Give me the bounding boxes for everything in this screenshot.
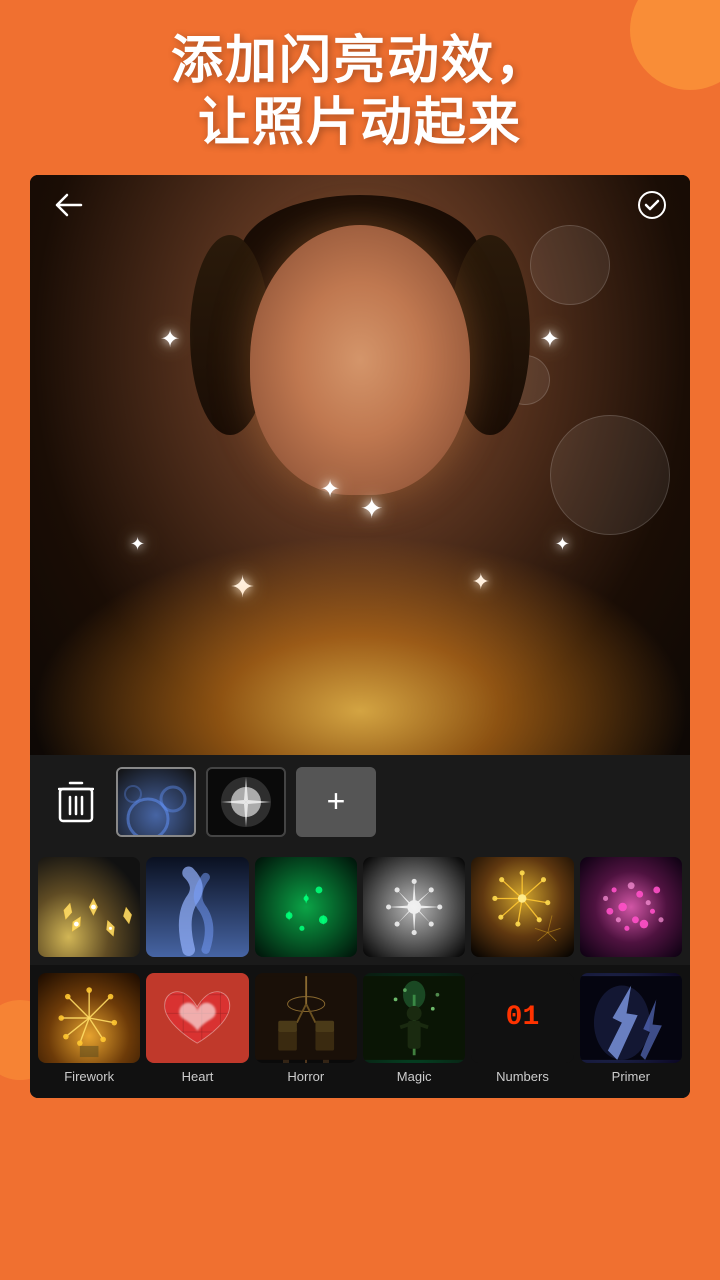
effect-sparks[interactable] — [38, 857, 140, 957]
category-magic-label: Magic — [397, 1069, 432, 1084]
category-numbers-thumb: 01 — [471, 973, 573, 1063]
effect-fireworks-gold[interactable] — [471, 857, 573, 957]
add-layer-button[interactable]: + — [296, 767, 376, 837]
category-firework-label: Firework — [64, 1069, 114, 1084]
lights-glow-area — [30, 535, 690, 755]
bokeh-circle-1 — [530, 225, 610, 305]
effect-white-burst[interactable] — [363, 857, 465, 957]
category-primer[interactable]: Primer — [580, 973, 682, 1084]
category-firework[interactable]: Firework — [38, 973, 140, 1084]
effects-grid-row — [30, 849, 690, 965]
face-oval — [250, 225, 470, 495]
layer-thumbnail-2[interactable] — [206, 767, 286, 837]
sparkle-2: ✦ — [540, 325, 560, 354]
sparkle-8: ✦ — [360, 492, 383, 525]
category-magic[interactable]: Magic — [363, 973, 465, 1084]
category-numbers-label: Numbers — [496, 1069, 549, 1084]
layer-thumbnail-1[interactable] — [116, 767, 196, 837]
numbers-display: 01 — [506, 1002, 540, 1033]
back-button[interactable] — [50, 187, 86, 223]
effect-pink-scatter[interactable] — [580, 857, 682, 957]
editor-toolbar: + — [30, 755, 690, 849]
bokeh-circle-2 — [550, 415, 670, 535]
category-firework-thumb — [38, 973, 140, 1063]
delete-layer-button[interactable] — [46, 767, 106, 837]
photo-canvas[interactable]: ✦ ✦ ✦ ✦ ✦ ✦ ✦ ✦ — [30, 175, 690, 755]
category-horror-label: Horror — [287, 1069, 324, 1084]
category-primer-thumb — [580, 973, 682, 1063]
category-heart[interactable]: Heart — [146, 973, 248, 1084]
sparkle-1: ✦ — [160, 325, 180, 354]
confirm-button[interactable] — [634, 187, 670, 223]
editor-container: ✦ ✦ ✦ ✦ ✦ ✦ ✦ ✦ — [30, 175, 690, 1098]
category-heart-thumb — [146, 973, 248, 1063]
category-numbers[interactable]: 01 Numbers — [471, 973, 573, 1084]
category-horror[interactable]: Horror — [255, 973, 357, 1084]
header-section: 添加闪亮动效， 让照片动起来 — [0, 0, 720, 175]
category-magic-thumb — [363, 973, 465, 1063]
effect-green-sparkle[interactable] — [255, 857, 357, 957]
category-heart-label: Heart — [182, 1069, 214, 1084]
category-primer-label: Primer — [612, 1069, 650, 1084]
page-title: 添加闪亮动效， 让照片动起来 — [40, 30, 680, 155]
category-horror-thumb — [255, 973, 357, 1063]
category-row: Firework Heart — [30, 965, 690, 1098]
photo-nav-bar — [30, 175, 690, 235]
layer-1-preview — [118, 769, 194, 835]
effect-smoke[interactable] — [146, 857, 248, 957]
sparkle-3: ✦ — [320, 475, 340, 504]
